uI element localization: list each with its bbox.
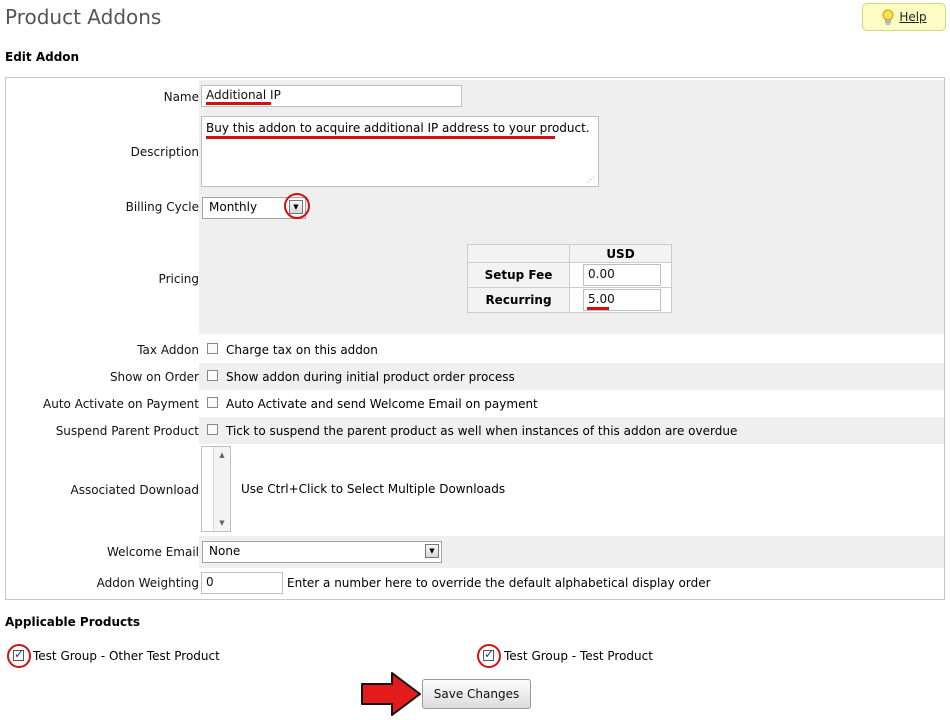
welcome-email-select[interactable]: None ▼ bbox=[202, 541, 442, 563]
associated-download-label: Associated Download bbox=[70, 483, 199, 497]
auto-activate-text: Auto Activate and send Welcome Email on … bbox=[226, 397, 538, 411]
welcome-email-row: Welcome Email None ▼ bbox=[6, 536, 944, 568]
currency-header: USD bbox=[569, 244, 672, 263]
description-row: Description Buy this addon to acquire ad… bbox=[6, 114, 944, 190]
edit-addon-heading: Edit Addon bbox=[5, 50, 80, 64]
associated-download-row: Associated Download ▲ ▼ Use Ctrl+Click t… bbox=[6, 444, 944, 536]
applicable-products-heading: Applicable Products bbox=[5, 615, 141, 629]
description-underline bbox=[206, 136, 555, 139]
tax-addon-label: Tax Addon bbox=[137, 342, 199, 357]
billing-cycle-arrow-highlight bbox=[284, 193, 310, 219]
billing-cycle-value: Monthly bbox=[209, 200, 258, 214]
description-textarea[interactable]: Buy this addon to acquire additional IP … bbox=[201, 116, 599, 187]
associated-download-hint: Use Ctrl+Click to Select Multiple Downlo… bbox=[241, 482, 506, 496]
product-label-other-test-product: Test Group - Other Test Product bbox=[33, 649, 220, 663]
billing-cycle-row: Billing Cycle Monthly ▼ bbox=[6, 190, 944, 224]
pricing-label: Pricing bbox=[158, 272, 199, 286]
name-label: Name bbox=[163, 90, 199, 104]
name-underline bbox=[206, 102, 271, 105]
show-on-order-text: Show addon during initial product order … bbox=[226, 370, 515, 384]
associated-download-listbox[interactable]: ▲ ▼ bbox=[201, 446, 231, 532]
edit-addon-form: Name Additional IP Description Buy this … bbox=[5, 77, 945, 600]
scroll-down-icon[interactable]: ▼ bbox=[214, 519, 230, 527]
tax-addon-checkbox[interactable] bbox=[207, 343, 218, 354]
welcome-email-label: Welcome Email bbox=[107, 545, 199, 559]
show-on-order-checkbox[interactable] bbox=[207, 370, 218, 381]
billing-cycle-label: Billing Cycle bbox=[125, 200, 199, 214]
help-label: Help bbox=[899, 10, 927, 24]
show-on-order-label: Show on Order bbox=[109, 369, 199, 384]
show-on-order-row: Show on Order Show addon during initial … bbox=[6, 363, 944, 390]
scroll-up-icon[interactable]: ▲ bbox=[214, 451, 230, 459]
save-changes-button[interactable]: Save Changes bbox=[422, 679, 531, 709]
product-checkbox-highlight bbox=[7, 644, 31, 668]
suspend-parent-row: Suspend Parent Product Tick to suspend t… bbox=[6, 417, 944, 444]
suspend-parent-label: Suspend Parent Product bbox=[55, 423, 199, 438]
auto-activate-label: Auto Activate on Payment bbox=[43, 396, 199, 411]
suspend-parent-text: Tick to suspend the parent product as we… bbox=[226, 424, 738, 438]
help-button[interactable]: Help bbox=[862, 3, 946, 31]
pricing-row: Pricing USD Setup Fee 0.00 Recurring 5.0… bbox=[6, 224, 944, 334]
recurring-underline bbox=[587, 307, 609, 310]
description-label: Description bbox=[130, 145, 199, 159]
tax-addon-text: Charge tax on this addon bbox=[226, 343, 378, 357]
pricing-table: USD Setup Fee 0.00 Recurring 5.00 bbox=[467, 244, 672, 313]
red-arrow-icon bbox=[361, 672, 421, 716]
suspend-parent-checkbox[interactable] bbox=[207, 424, 218, 435]
recurring-label: Recurring bbox=[467, 287, 570, 313]
setup-fee-label: Setup Fee bbox=[467, 262, 570, 288]
auto-activate-checkbox[interactable] bbox=[207, 397, 218, 408]
page-title: Product Addons bbox=[5, 5, 162, 29]
name-row: Name Additional IP bbox=[6, 80, 944, 114]
addon-weighting-label: Addon Weighting bbox=[96, 576, 199, 590]
addon-weighting-row: Addon Weighting 0 Enter a number here to… bbox=[6, 568, 944, 598]
setup-fee-input[interactable]: 0.00 bbox=[583, 264, 661, 286]
resize-grip-icon[interactable]: ⋰ bbox=[587, 176, 595, 184]
chevron-down-icon[interactable]: ▼ bbox=[425, 544, 439, 558]
product-label-test-product: Test Group - Test Product bbox=[504, 649, 653, 663]
listbox-scrollbar[interactable]: ▲ ▼ bbox=[213, 447, 230, 531]
product-checkbox-highlight bbox=[477, 644, 501, 668]
addon-weighting-input[interactable]: 0 bbox=[201, 572, 283, 594]
auto-activate-row: Auto Activate on Payment Auto Activate a… bbox=[6, 390, 944, 417]
tax-addon-row: Tax Addon Charge tax on this addon bbox=[6, 336, 944, 363]
welcome-email-value: None bbox=[209, 544, 241, 558]
description-text: Buy this addon to acquire additional IP … bbox=[206, 121, 590, 135]
addon-weighting-hint: Enter a number here to override the defa… bbox=[287, 576, 711, 590]
lightbulb-icon bbox=[882, 9, 894, 25]
